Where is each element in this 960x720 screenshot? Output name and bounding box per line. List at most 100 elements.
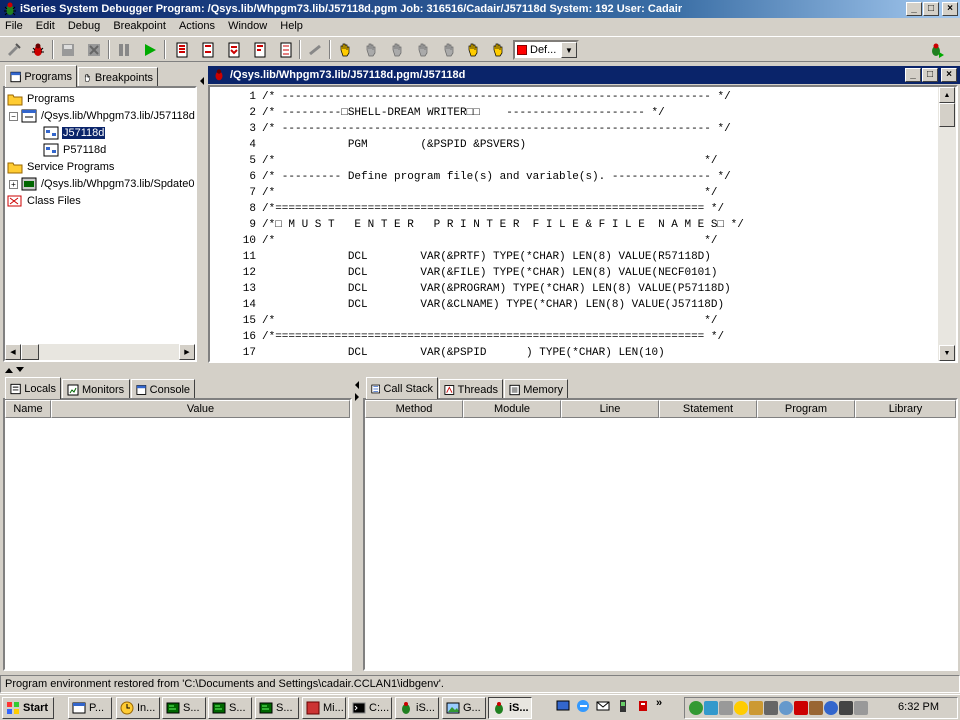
hand2-button[interactable] bbox=[360, 39, 382, 60]
source-frame-title[interactable]: /Qsys.lib/Whpgm73.lib/J57118d.pgm/J57118… bbox=[208, 66, 960, 84]
vertical-splitter[interactable] bbox=[198, 74, 206, 364]
hand5-button[interactable] bbox=[438, 39, 460, 60]
source-line[interactable]: 7 /* */ bbox=[210, 185, 717, 201]
source-line[interactable]: 10 /* */ bbox=[210, 233, 718, 249]
environment-combo[interactable]: Def... ▼ bbox=[513, 40, 579, 60]
tab-call-stack[interactable]: Call Stack bbox=[366, 377, 438, 399]
tree-item-service-programs[interactable]: Service Programs bbox=[7, 159, 115, 175]
taskbar-button[interactable]: P... bbox=[68, 697, 112, 719]
step-into-button[interactable] bbox=[171, 39, 193, 60]
expand-icon[interactable]: + bbox=[9, 179, 18, 189]
tray-icon[interactable] bbox=[839, 701, 853, 715]
column-line[interactable]: Line bbox=[561, 400, 659, 418]
line-number[interactable]: 12 bbox=[210, 265, 256, 281]
line-number[interactable]: 10 bbox=[210, 233, 256, 249]
source-line[interactable]: 11 DCL VAR(&PRTF) TYPE(*CHAR) LEN(8) VAL… bbox=[210, 249, 711, 265]
source-line[interactable]: 15 /* */ bbox=[210, 313, 718, 329]
link-button[interactable] bbox=[304, 39, 326, 60]
source-line[interactable]: 16 /*====================================… bbox=[210, 329, 724, 345]
scroll-up-icon[interactable]: ▲ bbox=[939, 87, 955, 103]
line-number[interactable]: 3 bbox=[210, 121, 256, 137]
source-close-button[interactable]: × bbox=[941, 68, 957, 82]
tab-threads[interactable]: Threads bbox=[439, 379, 503, 399]
phone-icon[interactable] bbox=[616, 699, 630, 713]
run-to-cursor-button[interactable] bbox=[3, 39, 25, 60]
tray-icon[interactable] bbox=[824, 701, 838, 715]
scroll-down-icon[interactable]: ▼ bbox=[939, 345, 955, 361]
line-number[interactable]: 14 bbox=[210, 297, 256, 313]
close-program-button[interactable] bbox=[83, 39, 105, 60]
tree-item-module-j57118d[interactable]: J57118d bbox=[43, 125, 106, 141]
minimize-button[interactable]: _ bbox=[906, 2, 922, 16]
line-number[interactable]: 15 bbox=[210, 313, 256, 329]
step-return-button[interactable] bbox=[223, 39, 245, 60]
taskbar-button[interactable]: Mi... bbox=[302, 697, 346, 719]
source-line[interactable]: 6 /* --------- Define program file(s) and… bbox=[210, 169, 730, 185]
tab-console[interactable]: Console bbox=[131, 379, 195, 399]
line-number[interactable]: 5 bbox=[210, 153, 256, 169]
tab-breakpoints[interactable]: Breakpoints bbox=[78, 67, 158, 87]
tree-item-programs[interactable]: Programs bbox=[7, 91, 76, 107]
tree-item-module-p57118d[interactable]: P57118d bbox=[43, 142, 107, 158]
title-bar[interactable]: iSeries System Debugger Program: /Qsys.l… bbox=[0, 0, 960, 18]
menu-actions[interactable]: Actions bbox=[174, 18, 220, 35]
source-line[interactable]: 9 /*□ M U S T E N T E R P R I N T E R F I… bbox=[210, 217, 744, 233]
line-number[interactable]: 1 bbox=[210, 89, 256, 105]
taskbar-button[interactable]: In... bbox=[116, 697, 160, 719]
horizontal-splitter[interactable] bbox=[0, 365, 960, 375]
start-button[interactable]: Start bbox=[2, 697, 54, 719]
close-button[interactable]: × bbox=[942, 2, 958, 16]
scroll-thumb[interactable] bbox=[21, 344, 39, 360]
column-statement[interactable]: Statement bbox=[659, 400, 757, 418]
source-line[interactable]: 3 /* ------------------------------------… bbox=[210, 121, 730, 137]
maximize-button[interactable]: □ bbox=[923, 2, 939, 16]
line-number[interactable]: 16 bbox=[210, 329, 256, 345]
column-name[interactable]: Name bbox=[5, 400, 51, 418]
mail-icon[interactable] bbox=[596, 699, 610, 713]
debug-status-button[interactable] bbox=[924, 39, 950, 60]
tray-icon[interactable] bbox=[749, 701, 763, 715]
line-number[interactable]: 7 bbox=[210, 185, 256, 201]
tree-item-service-path[interactable]: + /Qsys.lib/Whpgm73.lib/Spdate01.srvpgm bbox=[9, 176, 195, 192]
step-over-button[interactable] bbox=[197, 39, 219, 60]
source-maximize-button[interactable]: □ bbox=[922, 68, 938, 82]
clock[interactable]: 6:32 PM bbox=[898, 701, 939, 713]
bottom-vertical-splitter[interactable] bbox=[353, 376, 361, 672]
pause-button[interactable] bbox=[113, 39, 135, 60]
source-vscrollbar[interactable]: ▲ ▼ bbox=[938, 87, 956, 361]
column-module[interactable]: Module bbox=[463, 400, 561, 418]
taskbar-button[interactable]: S... bbox=[208, 697, 252, 719]
line-number[interactable]: 13 bbox=[210, 281, 256, 297]
desktop-icon[interactable] bbox=[556, 699, 570, 713]
line-number[interactable]: 11 bbox=[210, 249, 256, 265]
source-view[interactable]: 1 /* ------------------------------------… bbox=[208, 85, 958, 363]
more-icon[interactable]: » bbox=[656, 697, 662, 709]
menu-debug[interactable]: Debug bbox=[63, 18, 105, 35]
column-value[interactable]: Value bbox=[51, 400, 350, 418]
hand3-button[interactable] bbox=[386, 39, 408, 60]
menu-window[interactable]: Window bbox=[223, 18, 272, 35]
chevron-down-icon[interactable]: ▼ bbox=[561, 42, 577, 58]
breakpoint-hand-button[interactable] bbox=[334, 39, 356, 60]
save-button[interactable] bbox=[57, 39, 79, 60]
tray-icon[interactable] bbox=[794, 701, 808, 715]
taskbar-button[interactable]: iS... bbox=[488, 697, 532, 719]
source-line[interactable]: 1 /* ------------------------------------… bbox=[210, 89, 730, 105]
taskbar-button[interactable]: S... bbox=[255, 697, 299, 719]
line-number[interactable]: 17 bbox=[210, 345, 256, 361]
tree-item-program-path[interactable]: − /Qsys.lib/Whpgm73.lib/J57118d.pgm bbox=[9, 108, 195, 124]
tray-icon[interactable] bbox=[854, 701, 868, 715]
resume-button[interactable] bbox=[139, 39, 161, 60]
source-line[interactable]: 2 /* ---------□SHELL-DREAM WRITER□□ -----… bbox=[210, 105, 664, 121]
tray-icon[interactable] bbox=[719, 701, 733, 715]
scroll-left-icon[interactable]: ◀ bbox=[5, 344, 21, 360]
menu-help[interactable]: Help bbox=[275, 18, 308, 35]
source-line[interactable]: 17 DCL VAR(&PSPID ) TYPE(*CHAR) LEN(10) bbox=[210, 345, 665, 361]
source-line[interactable]: 13 DCL VAR(&PROGRAM) TYPE(*CHAR) LEN(8) … bbox=[210, 281, 731, 297]
line-number[interactable]: 8 bbox=[210, 201, 256, 217]
source-line[interactable]: 5 /* */ bbox=[210, 153, 717, 169]
hand7-button[interactable] bbox=[487, 39, 509, 60]
source-line[interactable]: 8 /*=====================================… bbox=[210, 201, 724, 217]
tray-icon[interactable] bbox=[764, 701, 778, 715]
browser-icon[interactable] bbox=[576, 699, 590, 713]
